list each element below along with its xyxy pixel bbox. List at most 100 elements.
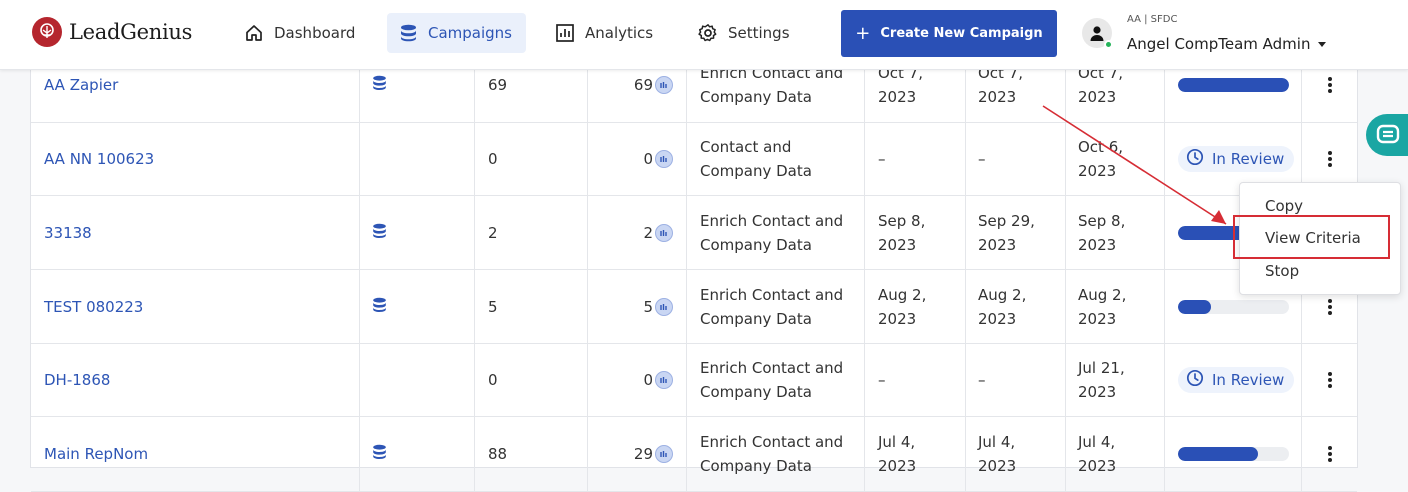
row-menu-button[interactable] [1302,417,1357,491]
date-line-2: 2023 [1078,88,1117,106]
campaign-name-link[interactable]: AA NN 100623 [31,123,360,195]
kebab-icon [1327,151,1332,167]
menu-item-copy[interactable]: Copy [1265,197,1303,215]
date-created: Oct 6, 2023 [1066,123,1165,195]
source-cell [360,417,475,491]
campaign-name-link[interactable]: 33138 [31,196,360,269]
brand-name: LeadGenius [69,20,193,44]
nav-dashboard-label: Dashboard [274,24,356,42]
date-line-1: Oct 6, [1078,138,1124,156]
date-end: – [966,344,1066,416]
date-line-1: Aug 2, [1078,285,1127,304]
total-count: 5 [475,270,588,343]
nav-analytics-label: Analytics [585,24,654,42]
brand-logo[interactable]: LeadGenius [32,17,192,47]
date-line-2: 2023 [978,88,1017,106]
date-start: Aug 2, 2023 [865,270,966,343]
campaign-type: Contact and Company Data [687,123,865,195]
date-created: Sep 8, 2023 [1066,196,1165,269]
date-line-1: Aug 2, [878,285,927,304]
online-status-dot [1104,40,1113,49]
avatar[interactable] [1082,18,1113,49]
create-new-campaign-button[interactable]: + Create New Campaign [841,10,1057,57]
home-icon [246,25,262,41]
date-start: – [865,123,966,195]
date-end: Sep 29, 2023 [966,196,1066,269]
type-line-2: Company Data [700,235,812,254]
campaign-type: Enrich Contact and Company Data [687,344,865,416]
user-menu[interactable]: Angel CompTeam Admin [1127,35,1327,53]
date-start: – [865,344,966,416]
status-cell: In Review [1165,344,1302,416]
user-icon [1090,26,1104,41]
credits-icon [655,445,673,463]
table-row: 33138 2 2 Enrich Contact and Company Data… [31,196,1357,270]
date-start: Sep 8, 2023 [865,196,966,269]
date-line-2: 2023 [1078,383,1117,401]
credits-icon [655,297,673,316]
date-created: Jul 21, 2023 [1066,344,1165,416]
date-line-2: 2023 [878,88,917,106]
date-line-2: 2023 [978,457,1017,475]
date-end: Jul 4, 2023 [966,417,1066,491]
date-line-2: 2023 [978,309,1017,328]
enriched-count: 0 [643,150,653,168]
status-label: In Review [1212,150,1285,168]
campaign-name-link[interactable]: Main RepNom [31,417,360,491]
date-line-2: 2023 [1078,235,1117,254]
nav-campaigns[interactable]: Campaigns [387,13,526,53]
date-line-2: 2023 [1078,162,1117,180]
type-line-2: Company Data [700,162,812,180]
total-count: 0 [475,123,588,195]
chat-icon [1376,124,1400,144]
enriched-count: 0 [643,371,653,389]
date-line-2: 2023 [878,457,917,475]
credits-icon [655,150,673,168]
nav-dashboard[interactable]: Dashboard [232,13,367,53]
type-line-2: Company Data [700,383,812,401]
date-line-1: – [978,371,986,389]
date-end: – [966,123,1066,195]
table-row: DH-1868 0 0 Enrich Contact and Company Da… [31,344,1357,417]
campaigns-table: AA Zapier 69 69 Enrich Contact and Compan… [30,48,1358,492]
date-start: Jul 4, 2023 [865,417,966,491]
caret-down-icon [1318,41,1327,47]
type-line-1: Enrich Contact and [700,359,844,377]
type-line-1: Enrich Contact and [700,433,844,451]
date-created: Aug 2, 2023 [1066,270,1165,343]
database-icon [372,75,387,95]
nav-analytics[interactable]: Analytics [543,13,665,53]
campaign-name-link[interactable]: DH-1868 [31,344,360,416]
type-line-1: Enrich Contact and [700,211,844,230]
date-line-2: 2023 [878,235,917,254]
table-row: TEST 080223 5 5 Enrich Contact and Compan… [31,270,1357,344]
highlight-box [1233,215,1390,259]
progress-bar [1178,447,1289,461]
campaign-name-link[interactable]: TEST 080223 [31,270,360,343]
source-cell [360,123,475,195]
type-line-1: Contact and [700,138,792,156]
row-menu-button[interactable] [1302,344,1357,416]
menu-item-stop[interactable]: Stop [1265,262,1299,280]
date-line-1: Jul 4, [1078,433,1116,451]
source-cell [360,270,475,343]
database-icon [372,223,387,243]
date-line-1: – [978,150,986,168]
bar-chart-icon [556,24,574,42]
date-line-2: 2023 [978,235,1017,254]
nav-settings[interactable]: Settings [686,13,802,53]
credits-icon [655,223,673,242]
kebab-icon [1327,77,1332,93]
progress-bar [1178,78,1289,92]
top-navbar: LeadGenius Dashboard Campaigns Analytics… [0,0,1408,70]
date-line-2: 2023 [878,309,917,328]
kebab-icon [1327,446,1332,462]
nav-settings-label: Settings [728,24,790,42]
gear-icon [698,24,717,42]
date-line-1: – [878,150,886,168]
chat-widget[interactable] [1366,114,1408,156]
campaign-type: Enrich Contact and Company Data [687,270,865,343]
credits-icon [655,371,673,389]
kebab-icon [1327,372,1332,388]
database-icon [401,24,416,42]
